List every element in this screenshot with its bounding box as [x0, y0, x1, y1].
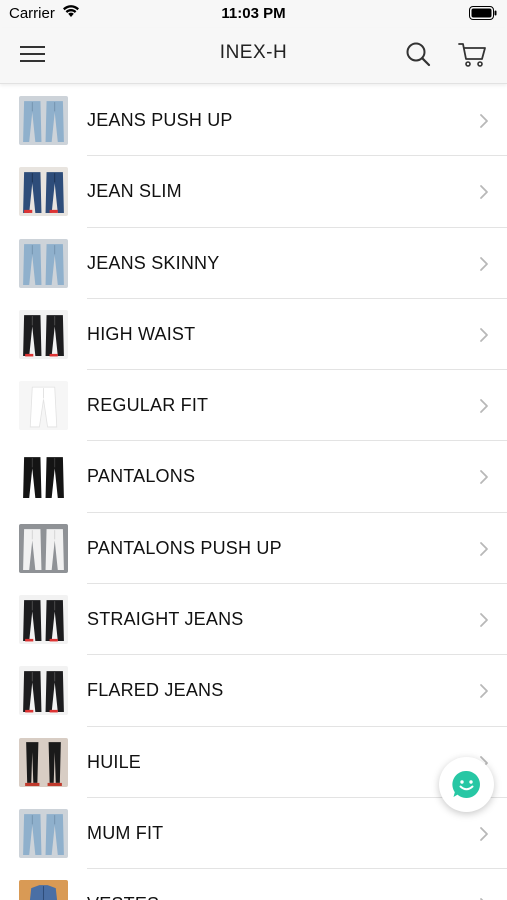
chevron-right-icon	[479, 683, 489, 699]
category-label: VESTES	[87, 869, 159, 900]
category-thumbnail	[19, 666, 68, 716]
chevron-right-icon	[479, 541, 489, 557]
category-thumbnail	[19, 737, 68, 787]
clock: 11:03 PM	[221, 5, 286, 22]
category-label: PANTALONS	[87, 466, 196, 487]
category-thumbnail	[19, 523, 68, 573]
category-label: REGULAR FIT	[87, 395, 209, 416]
category-thumbnail	[19, 238, 68, 288]
chevron-right-icon	[479, 826, 489, 842]
category-label: HUILE	[87, 751, 142, 772]
category-row[interactable]: PANTALONS	[0, 441, 507, 513]
category-label: STRAIGHT JEANS	[87, 609, 244, 630]
category-label: PANTALONS PUSH UP	[87, 537, 282, 558]
chevron-right-icon	[479, 184, 489, 200]
category-label: MUM FIT	[87, 822, 164, 843]
chevron-right-icon	[479, 327, 489, 343]
category-thumbnail	[19, 595, 68, 645]
chevron-right-icon	[479, 256, 489, 272]
category-thumbnail	[19, 96, 68, 145]
chat-bubble-icon	[452, 770, 480, 798]
category-label: JEAN SLIM	[87, 181, 182, 202]
category-thumbnail	[19, 309, 68, 359]
category-label: HIGH WAIST	[87, 323, 196, 344]
category-row[interactable]: REGULAR FIT	[0, 370, 507, 442]
category-thumbnail	[19, 452, 68, 502]
category-label: JEANS SKINNY	[87, 252, 220, 273]
chevron-right-icon	[479, 398, 489, 414]
search-icon	[406, 42, 431, 67]
category-thumbnail	[19, 808, 68, 858]
category-thumbnail	[19, 880, 68, 900]
cart-icon	[458, 43, 486, 67]
chat-button[interactable]	[439, 757, 494, 812]
navigation-bar: INEX-H	[0, 28, 507, 84]
category-row[interactable]: VESTES	[0, 869, 507, 900]
category-row[interactable]: JEANS PUSH UP	[0, 85, 507, 157]
category-row[interactable]: HIGH WAIST	[0, 299, 507, 371]
category-thumbnail	[19, 167, 68, 217]
search-button[interactable]	[403, 39, 433, 69]
category-row[interactable]: FLARED JEANS	[0, 655, 507, 727]
status-bar: Carrier 11:03 PM	[0, 0, 507, 28]
battery-icon	[469, 6, 497, 25]
cart-button[interactable]	[456, 38, 488, 70]
chevron-right-icon	[479, 469, 489, 485]
category-row[interactable]: STRAIGHT JEANS	[0, 584, 507, 656]
category-thumbnail	[19, 381, 68, 431]
category-label: JEANS PUSH UP	[87, 110, 233, 130]
category-list: JEANS PUSH UP JEAN SLIM JEANS SKINNY HIGH W…	[0, 85, 507, 900]
category-row[interactable]: MUM FIT	[0, 798, 507, 870]
category-row[interactable]: JEANS SKINNY	[0, 228, 507, 299]
chevron-right-icon	[479, 113, 489, 129]
category-row[interactable]: HUILE	[0, 727, 507, 798]
category-row[interactable]: JEAN SLIM	[0, 156, 507, 228]
chevron-right-icon	[479, 612, 489, 628]
category-label: FLARED JEANS	[87, 680, 224, 701]
category-row[interactable]: PANTALONS PUSH UP	[0, 513, 507, 585]
